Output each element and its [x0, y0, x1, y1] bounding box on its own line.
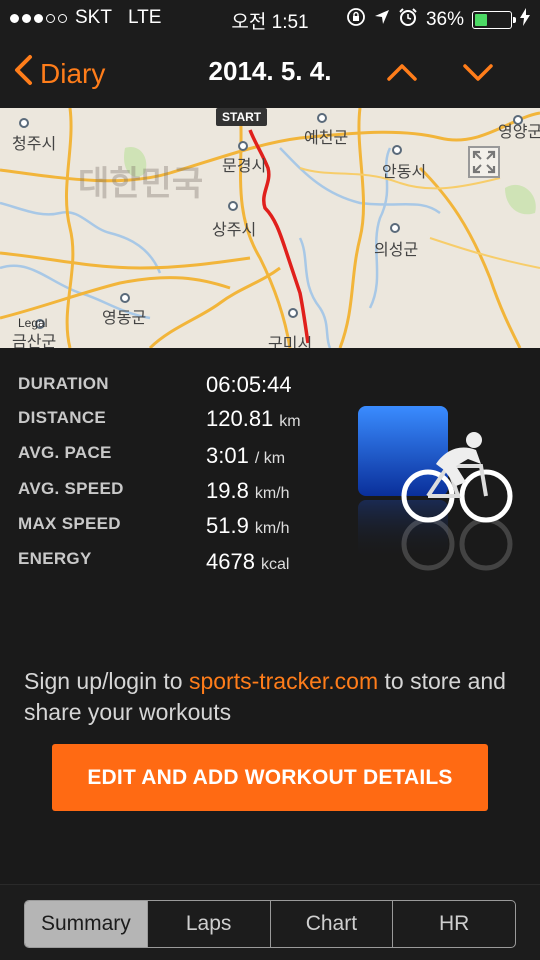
status-bar: SKT LTE 오전 1:51 36%	[0, 0, 540, 36]
next-workout-button[interactable]	[462, 56, 494, 93]
map-label-gumi: 구미시	[268, 336, 313, 348]
page-title: 2014. 5. 4.	[208, 56, 332, 86]
map-legal-link[interactable]: Legal	[18, 316, 47, 330]
promo-text-prefix: Sign up/login to	[24, 668, 189, 694]
stat-unit-energy: kcal	[260, 556, 290, 573]
alarm-icon	[398, 7, 418, 33]
stat-unit-avg-speed: km/h	[254, 485, 290, 502]
sports-tracker-link[interactable]: sports-tracker.com	[189, 668, 378, 694]
tab-summary[interactable]: Summary	[25, 901, 147, 947]
expand-map-button[interactable]	[468, 146, 500, 178]
map-label-mungyeong: 문경시	[222, 158, 267, 175]
previous-workout-button[interactable]	[386, 56, 418, 93]
map-label-geumsan: 금산군	[12, 334, 57, 348]
stat-label-energy: ENERGY	[18, 549, 92, 568]
stat-label-duration: DURATION	[18, 374, 109, 393]
map-label-yecheon: 예천군	[304, 130, 349, 147]
stat-value-avg-pace: 3:01/ km	[206, 443, 286, 468]
stat-value-max-speed: 51.9 km/h	[206, 513, 290, 538]
route-map[interactable]: 대한민국 청주시 문경시 예천군 영양군 안동시 상주시 의성군 영동군 구미시…	[0, 108, 540, 348]
expand-icon	[470, 150, 498, 180]
stat-value-avg-speed: 19.8 km/h	[206, 478, 290, 503]
stat-unit-avg-pace: / km	[254, 450, 286, 467]
map-label-country: 대한민국	[78, 165, 204, 203]
tab-chart[interactable]: Chart	[269, 901, 393, 947]
cycling-icon	[356, 404, 518, 584]
stat-label-distance: DISTANCE	[18, 408, 107, 427]
chevron-up-icon	[386, 64, 418, 92]
charging-bolt-icon	[520, 8, 530, 32]
signup-promo: Sign up/login to sports-tracker.com to s…	[24, 666, 524, 728]
map-label-yeongdong: 영동군	[102, 310, 147, 327]
tab-hr[interactable]: HR	[392, 901, 515, 947]
stat-unit-distance: km	[279, 413, 301, 430]
stat-label-max-speed: MAX SPEED	[18, 514, 121, 533]
tab-laps[interactable]: Laps	[146, 901, 270, 947]
map-label-yeongyang: 영양군	[498, 124, 540, 141]
map-label-cheongju: 청주시	[12, 136, 57, 153]
stat-unit-max-speed: km/h	[254, 520, 290, 537]
navigation-bar: Diary 2014. 5. 4.	[0, 36, 540, 108]
map-tiles	[0, 108, 540, 348]
stat-value-energy: 4678 kcal	[206, 549, 290, 574]
battery-icon	[472, 11, 516, 29]
stat-value-distance: 120.81 km	[206, 406, 301, 431]
segmented-control: Summary Laps Chart HR	[24, 900, 516, 948]
map-label-uiseong: 의성군	[374, 242, 419, 259]
battery-percent: 36%	[425, 9, 464, 30]
status-right: 36%	[346, 7, 530, 33]
location-arrow-icon	[374, 9, 390, 31]
bottom-bar: Summary Laps Chart HR	[0, 884, 540, 960]
stat-label-avg-speed: AVG. SPEED	[18, 479, 124, 498]
chevron-down-icon	[462, 64, 494, 92]
map-label-andong: 안동시	[382, 164, 427, 181]
stat-value-duration: 06:05:44	[206, 372, 292, 397]
edit-workout-details-button[interactable]: EDIT AND ADD WORKOUT DETAILS	[52, 744, 488, 811]
stat-label-avg-pace: AVG. PACE	[18, 443, 112, 462]
map-label-sangju: 상주시	[212, 222, 257, 239]
route-start-marker: START	[216, 108, 268, 126]
rotation-lock-icon	[346, 7, 366, 33]
